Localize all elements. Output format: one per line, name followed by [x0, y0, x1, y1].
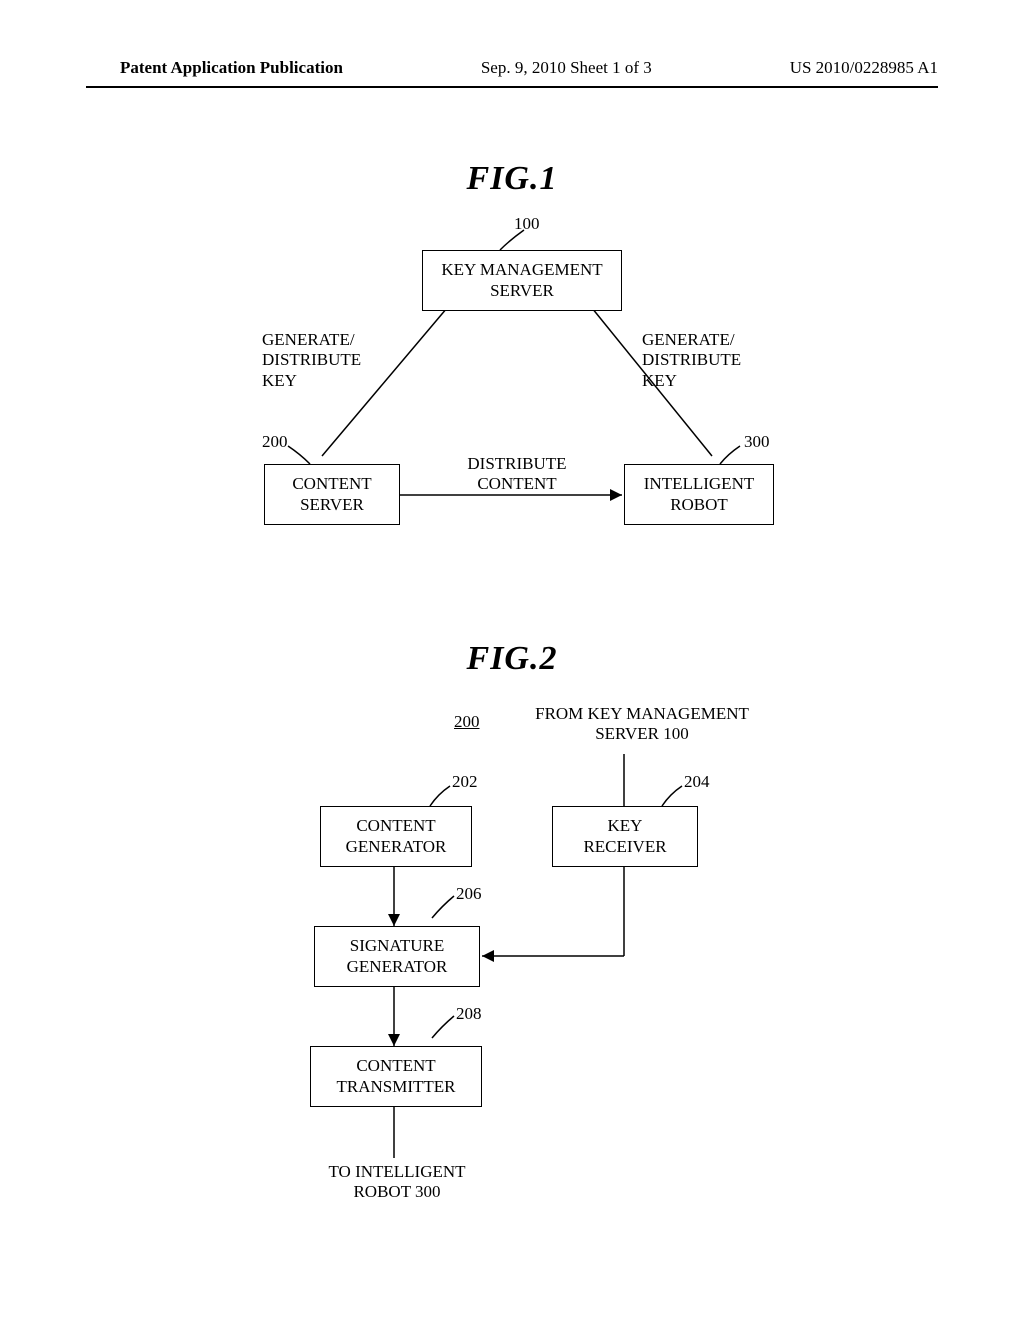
figure-1-title: FIG.1 [0, 160, 1024, 198]
ref-block-200: 200 [454, 712, 480, 732]
header-right: US 2010/0228985 A1 [790, 58, 938, 78]
header-center: Sep. 9, 2010 Sheet 1 of 3 [481, 58, 652, 78]
ref-100: 100 [514, 214, 540, 234]
edge-label-generate-distribute-key-right: GENERATE/DISTRIBUTEKEY [642, 330, 772, 391]
label-from-key-management-server: FROM KEY MANAGEMENTSERVER 100 [522, 704, 762, 745]
ref-200: 200 [262, 432, 288, 452]
figure-1-stage: 100 KEY MANAGEMENTSERVER GENERATE/DISTRI… [192, 210, 832, 550]
figure-2: FIG.2 200 FRO [0, 640, 1024, 1248]
box-intelligent-robot: INTELLIGENTROBOT [624, 464, 774, 525]
edge-label-distribute-content: DISTRIBUTECONTENT [442, 454, 592, 495]
label-to-intelligent-robot: TO INTELLIGENTROBOT 300 [302, 1162, 492, 1203]
box-content-server: CONTENTSERVER [264, 464, 400, 525]
box-signature-generator: SIGNATUREGENERATOR [314, 926, 480, 987]
box-content-generator: CONTENTGENERATOR [320, 806, 472, 867]
page-header: Patent Application Publication Sep. 9, 2… [0, 58, 1024, 78]
ref-208: 208 [456, 1004, 482, 1024]
figure-2-stage: 200 FROM KEY MANAGEMENTSERVER 100 202 20… [192, 688, 832, 1248]
ref-204: 204 [684, 772, 710, 792]
ref-202: 202 [452, 772, 478, 792]
edge-label-generate-distribute-key-left: GENERATE/DISTRIBUTEKEY [262, 330, 392, 391]
header-rule [86, 86, 938, 88]
figure-2-lines [192, 688, 832, 1248]
box-key-management-server: KEY MANAGEMENTSERVER [422, 250, 622, 311]
header-left: Patent Application Publication [120, 58, 343, 78]
ref-300: 300 [744, 432, 770, 452]
box-content-transmitter: CONTENTTRANSMITTER [310, 1046, 482, 1107]
figure-1: FIG.1 100 KEY MANAGEMENTSERVER GENERATE/… [0, 160, 1024, 550]
figure-2-title: FIG.2 [0, 640, 1024, 678]
ref-206: 206 [456, 884, 482, 904]
box-key-receiver: KEYRECEIVER [552, 806, 698, 867]
